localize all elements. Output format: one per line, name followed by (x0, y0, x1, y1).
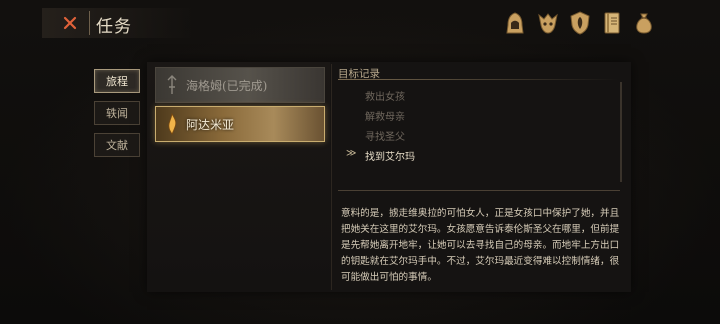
shield-emblem-icon[interactable] (566, 9, 594, 37)
current-objective-arrow-icon: ≫ (346, 148, 357, 159)
quest-marker-icon (162, 73, 182, 97)
close-button[interactable] (60, 13, 80, 33)
quest-label: 阿达米亚 (186, 117, 235, 132)
quest-description: 意料的是，掳走维奥拉的可怕女人，正是女孩口中保护了她，并且把她关在这里的艾尔玛。… (341, 208, 620, 283)
quest-item-selected[interactable]: 阿达米亚 (155, 106, 325, 142)
sack-bag-icon[interactable] (630, 9, 658, 37)
quest-label: 海格姆(已完成) (186, 78, 268, 93)
objective-item: 寻找圣父 (365, 132, 405, 143)
quest-item-completed[interactable]: 海格姆(已完成) (155, 67, 325, 103)
title-divider (89, 11, 90, 35)
creature-head-icon[interactable] (534, 9, 562, 37)
quest-flame-icon (162, 112, 182, 136)
objectives-scrollbar[interactable] (620, 82, 622, 182)
objective-item: 解救母亲 (365, 112, 405, 123)
journal-book-icon[interactable] (598, 9, 626, 37)
objectives-underline (338, 79, 618, 80)
objective-item-current: 找到艾尔玛 (365, 152, 415, 163)
page-title: 任务 (96, 17, 132, 37)
close-x-icon (63, 16, 77, 30)
tab-journey[interactable]: 旅程 (94, 69, 140, 93)
column-divider (331, 64, 332, 290)
hooded-figure-icon[interactable] (501, 9, 529, 37)
tab-anecdotes[interactable]: 轶闻 (94, 101, 140, 125)
tab-documents[interactable]: 文献 (94, 133, 140, 157)
objective-item: 救出女孩 (365, 92, 405, 103)
